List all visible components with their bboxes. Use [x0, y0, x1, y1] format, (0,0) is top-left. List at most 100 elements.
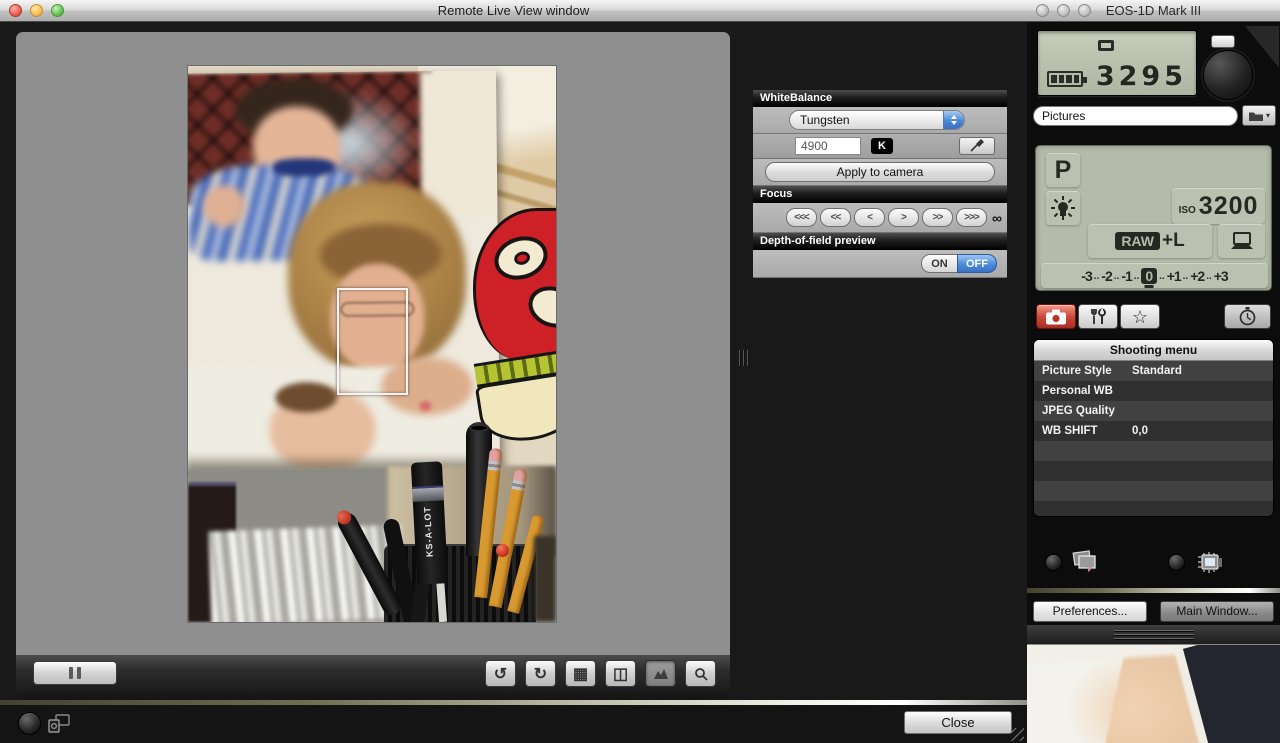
save-to-computer-setting[interactable] — [1218, 224, 1265, 258]
exposure-compensation-scale[interactable]: -3 .. -2 .. -1 .. 0 .. +1 .. +2 .. +3 — [1041, 263, 1268, 288]
split-view-button[interactable]: ◫ — [605, 660, 636, 687]
histogram-button[interactable] — [645, 660, 676, 687]
body-corner-wedge — [1245, 26, 1279, 68]
white-balance-tungsten-icon[interactable] — [1046, 191, 1080, 225]
live-view-icon — [1194, 549, 1224, 575]
titlebar[interactable]: Remote Live View window — [0, 0, 1027, 22]
separator-gradient — [1027, 588, 1280, 593]
marker-band — [412, 485, 444, 502]
corner-shadow — [534, 536, 556, 622]
drag-handle-bar[interactable] — [1027, 625, 1280, 644]
kelvin-input[interactable]: 4900 — [795, 137, 861, 155]
focus-near-3-button[interactable]: >>> — [956, 208, 987, 227]
image-quality-setting[interactable]: RAW +L — [1088, 224, 1212, 258]
pause-button[interactable] — [33, 661, 117, 685]
menu-row-picture-style[interactable]: Picture Style Standard — [1034, 361, 1273, 381]
close-window-button[interactable] — [9, 4, 22, 17]
menu-tabs: ☆ — [1036, 304, 1160, 329]
wb-kelvin-row: 4900 K — [753, 134, 1007, 159]
minimize-window-button[interactable] — [30, 4, 43, 17]
menu-row-jpeg-quality[interactable]: JPEG Quality — [1034, 401, 1273, 421]
focus-far-1-button[interactable]: < — [854, 208, 885, 227]
save-images-icon — [1071, 549, 1099, 575]
close-button[interactable]: Close — [904, 711, 1012, 734]
scale-zero-marker: 0 — [1141, 268, 1157, 284]
whitebalance-header: WhiteBalance — [753, 90, 1007, 107]
preferences-button[interactable]: Preferences... — [1033, 601, 1147, 622]
statusbar: Close — [0, 705, 1027, 743]
window-title: Remote Live View window — [0, 3, 1027, 18]
eyedropper-icon — [968, 139, 986, 153]
screen: Remote Live View window — [0, 0, 1280, 743]
live-view-led — [1168, 554, 1185, 571]
wb-preset-popup[interactable]: Tungsten — [789, 110, 965, 130]
boy-hand — [203, 185, 245, 227]
dof-off-button[interactable]: OFF — [957, 254, 997, 273]
pause-icon — [69, 667, 73, 679]
tab-shooting[interactable] — [1036, 304, 1076, 329]
destination-folder-field[interactable]: Pictures — [1033, 106, 1238, 126]
top-lcd-display: 3295 — [1037, 30, 1197, 96]
camera-settings-lcd: P ISO 3200 RAW +L — [1035, 145, 1272, 291]
lamp-oval-2 — [523, 280, 556, 335]
dof-on-button[interactable]: ON — [921, 254, 957, 273]
focus-header: Focus — [753, 186, 1007, 203]
focus-far-3-button[interactable]: <<< — [786, 208, 817, 227]
tab-setup[interactable] — [1078, 304, 1118, 329]
rotate-left-button[interactable]: ↺ — [485, 660, 516, 687]
histogram-icon — [653, 668, 669, 680]
marker-text: KS-A-LOT — [422, 506, 435, 557]
shooting-menu-title: Shooting menu — [1034, 340, 1273, 361]
panel-splitter-handle[interactable] — [739, 350, 749, 366]
resize-grip[interactable] — [1011, 728, 1024, 741]
marker: KS-A-LOT — [411, 461, 448, 584]
grid-button[interactable]: ▦ — [565, 660, 596, 687]
magnify-button[interactable] — [685, 660, 716, 687]
computer-icon — [1229, 231, 1255, 252]
shooting-mode[interactable]: P — [1046, 153, 1080, 187]
zoom-preview-thumbnail[interactable] — [1027, 644, 1280, 743]
scale-m3: -3 — [1081, 268, 1091, 284]
scale-p2: +2 — [1190, 268, 1204, 284]
boy-collar — [273, 158, 335, 177]
access-lamp — [1211, 35, 1235, 48]
titlebar[interactable]: EOS-1D Mark III — [1027, 0, 1280, 22]
menu-row-empty — [1034, 441, 1273, 461]
rotate-right-button[interactable]: ↻ — [525, 660, 556, 687]
iso-setting[interactable]: ISO 3200 — [1172, 188, 1265, 224]
apply-to-camera-button[interactable]: Apply to camera — [765, 162, 995, 182]
focus-far-2-button[interactable]: << — [820, 208, 851, 227]
save-images-led — [1045, 554, 1062, 571]
camera-transfer-icon — [48, 714, 70, 733]
timer-button[interactable] — [1224, 304, 1271, 329]
focus-frame[interactable] — [337, 288, 408, 395]
menu-row-wb-shift[interactable]: WB SHIFT 0,0 — [1034, 421, 1273, 441]
dof-row: ON OFF — [753, 250, 1007, 278]
live-view-stage: KS-A-LOT — [16, 32, 730, 655]
wb-preset-row: Tungsten — [753, 107, 1007, 134]
zoom-window-button[interactable] — [1078, 4, 1091, 17]
zoom-window-button[interactable] — [51, 4, 64, 17]
split-view-icon: ◫ — [613, 664, 628, 684]
focus-near-1-button[interactable]: > — [888, 208, 919, 227]
menu-row-personal-wb[interactable]: Personal WB — [1034, 381, 1273, 401]
black-tube-opening — [469, 424, 489, 432]
control-panel: WhiteBalance Tungsten 4900 K Apply t — [753, 90, 1007, 278]
rotate-left-icon: ↺ — [494, 664, 507, 684]
framed-print — [188, 70, 500, 471]
scale-p1: +1 — [1167, 268, 1181, 284]
eyedropper-button[interactable] — [959, 137, 995, 155]
status-led — [18, 712, 41, 735]
minimize-window-button[interactable] — [1057, 4, 1070, 17]
main-window-button[interactable]: Main Window... — [1160, 601, 1274, 622]
tab-mymenu[interactable]: ☆ — [1120, 304, 1160, 329]
camera-icon — [1045, 309, 1067, 325]
focus-near-2-button[interactable]: >> — [922, 208, 953, 227]
thumb-skin-highlight — [1067, 655, 1197, 743]
popup-stepper-icon — [943, 111, 964, 129]
focus-row: <<< << < > >> >>> ∞ — [753, 203, 1007, 233]
folder-button[interactable]: ▾ — [1242, 105, 1276, 126]
shooting-menu: Shooting menu Picture Style Standard Per… — [1033, 339, 1274, 517]
close-window-button[interactable] — [1036, 4, 1049, 17]
iso-value: 3200 — [1199, 192, 1259, 221]
